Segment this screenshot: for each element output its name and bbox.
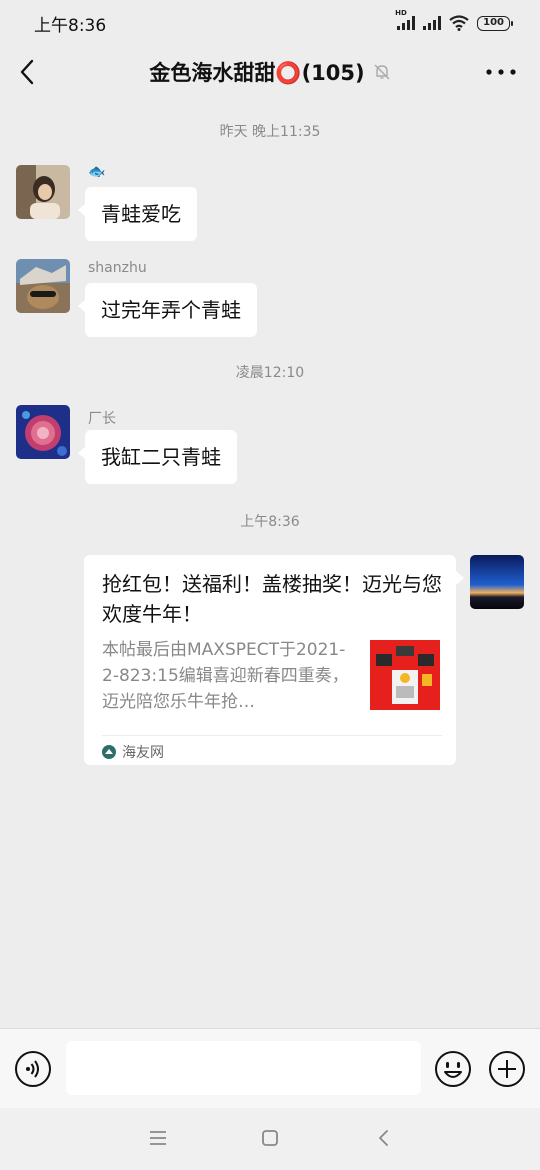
link-card-source: 海友网 <box>102 736 440 768</box>
message-bubble[interactable]: 过完年弄个青蛙 <box>78 283 257 337</box>
back-nav-icon[interactable] <box>374 1128 394 1148</box>
system-navigation-bar <box>0 1108 540 1170</box>
message-bubble[interactable]: 青蛙爱吃 <box>78 187 197 241</box>
sender-name: 🐟 <box>88 164 106 180</box>
timestamp: 上午8:36 <box>240 514 300 530</box>
status-icons: HD 100 <box>395 9 513 31</box>
timestamp: 凌晨12:10 <box>235 365 305 381</box>
avatar[interactable] <box>16 405 70 459</box>
emoji-icon[interactable] <box>434 1050 472 1088</box>
hd-label: HD <box>395 9 407 17</box>
timestamp: 昨天 晚上11:35 <box>219 124 321 140</box>
group-name: 金色海水甜甜 <box>149 61 276 85</box>
title-bar: 金色海水甜甜⭕(105) <box>0 46 540 98</box>
link-card-body: 本帖最后由MAXSPECT于2021-2-823:15编辑喜迎新春四重奏，迈光陪… <box>102 637 440 715</box>
my-avatar[interactable] <box>470 555 524 609</box>
link-card-title: 抢红包！送福利！盖楼抽奖！迈光与您欢度牛年！ <box>102 572 442 626</box>
avatar[interactable] <box>16 165 70 219</box>
more-options-icon[interactable] <box>484 60 518 84</box>
mute-bell-icon <box>374 64 390 80</box>
more-functions-plus-icon[interactable] <box>488 1050 526 1088</box>
signal-icon <box>423 16 442 30</box>
sender-name: shanzhu <box>88 260 147 276</box>
status-time: 上午8:36 <box>34 15 107 36</box>
chat-title-group: 金色海水甜甜⭕(105) <box>149 57 390 87</box>
home-nav-icon[interactable] <box>260 1128 280 1148</box>
link-card[interactable]: 抢红包！送福利！盖楼抽奖！迈光与您欢度牛年！ 本帖最后由MAXSPECT于202… <box>84 555 464 768</box>
message-bubble[interactable]: 我缸二只青蛙 <box>78 430 237 484</box>
wifi-icon <box>449 15 469 31</box>
member-count: (105) <box>301 61 365 85</box>
input-bar <box>0 1028 540 1108</box>
status-bar: 上午8:36 HD 100 <box>0 0 540 46</box>
battery-icon: 100 <box>477 15 513 31</box>
avatar[interactable] <box>16 259 70 313</box>
chat-title: 金色海水甜甜⭕(105) <box>149 57 364 87</box>
link-card-description: 本帖最后由MAXSPECT于2021-2-823:15编辑喜迎新春四重奏，迈光陪… <box>102 640 349 712</box>
voice-input-icon[interactable] <box>14 1050 52 1088</box>
source-logo-icon <box>102 745 116 759</box>
menu-nav-icon[interactable] <box>148 1128 168 1148</box>
source-name: 海友网 <box>122 745 164 761</box>
message-input[interactable] <box>66 1041 421 1095</box>
hd-signal-icon: HD <box>395 9 416 30</box>
title-emoji: ⭕ <box>275 61 302 85</box>
link-card-thumbnail <box>370 640 440 710</box>
sender-name: 厂长 <box>88 411 116 427</box>
back-arrow-icon[interactable] <box>16 58 40 86</box>
